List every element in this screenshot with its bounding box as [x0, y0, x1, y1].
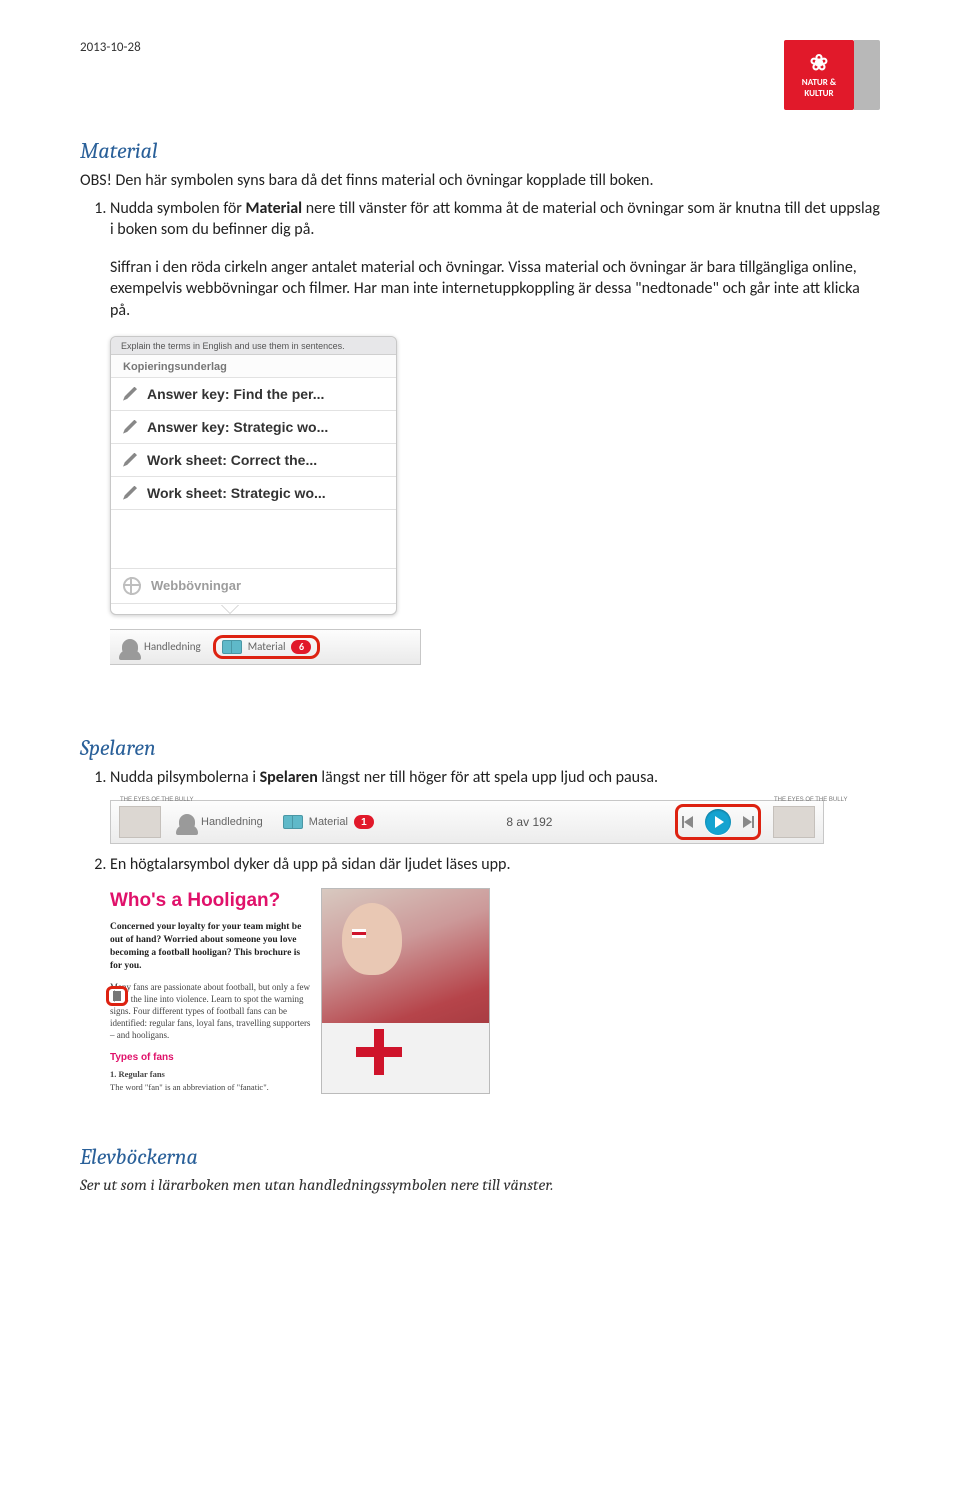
- highlight-ring: [106, 986, 128, 1006]
- material-count-badge: 1: [354, 815, 374, 829]
- play-button[interactable]: [705, 809, 731, 835]
- globe-icon: [123, 577, 141, 595]
- page-counter: 8 av 192: [384, 815, 675, 829]
- highlight-ring: Material 6: [213, 635, 321, 659]
- section-heading-spelaren: Spelaren: [80, 735, 880, 761]
- article-subhead: Types of fans: [110, 1051, 311, 1065]
- toolbar-material[interactable]: Material1: [273, 815, 384, 829]
- popup-item[interactable]: Answer key: Strategic wo...: [111, 411, 396, 444]
- popup-topbar: Explain the terms in English and use the…: [111, 337, 396, 355]
- popup-section-label: Kopieringsunderlag: [111, 355, 396, 378]
- popup-item[interactable]: Answer key: Find the per...: [111, 378, 396, 411]
- screenshot-article: Who's a Hooligan? Concerned your loyalty…: [110, 888, 490, 1094]
- speaker-icon: [113, 991, 121, 1001]
- popup-item[interactable]: Work sheet: Correct the...: [111, 444, 396, 477]
- person-icon: [122, 639, 138, 655]
- material-step-1: Nudda symbolen för Material nere till vä…: [110, 198, 880, 241]
- article-body: Many fans are passionate about football,…: [110, 982, 310, 1041]
- section-heading-material: Material: [80, 138, 880, 164]
- section-heading-elev: Elevböckerna: [80, 1144, 880, 1170]
- pencil-icon: [123, 486, 137, 500]
- book-icon: [283, 815, 303, 829]
- highlight-ring: [675, 804, 761, 840]
- material-para-2: Siffran i den röda cirkeln anger antalet…: [110, 257, 880, 322]
- tree-icon: ❀: [810, 52, 828, 74]
- page-date: 2013-10-28: [80, 40, 141, 55]
- article-line: The word "fan" is an abbreviation of "fa…: [110, 1082, 311, 1093]
- screenshot-material-popup: Explain the terms in English and use the…: [110, 336, 880, 665]
- elev-subline: Ser ut som i lärarboken men utan handled…: [80, 1176, 880, 1194]
- article-photo: [321, 888, 490, 1094]
- book-icon: [222, 640, 242, 654]
- brand-logo: ❀ NATUR & KULTUR: [784, 40, 880, 110]
- prev-track-button[interactable]: [682, 816, 693, 828]
- material-count-badge: 6: [291, 640, 311, 654]
- article-list-item: 1. Regular fans: [110, 1069, 311, 1080]
- popup-web-disabled: Webbövningar: [111, 568, 396, 604]
- spelaren-step-1: Nudda pilsymbolerna i Spelaren längst ne…: [110, 767, 880, 789]
- toolbar-handledning[interactable]: Handledning: [169, 814, 273, 830]
- person-icon: [179, 814, 195, 830]
- bottom-toolbar: Handledning Material 6: [110, 629, 421, 665]
- popup-item[interactable]: Work sheet: Strategic wo...: [111, 477, 396, 510]
- page-thumb-left[interactable]: THE EYES OF THE BULLY: [119, 806, 161, 838]
- pencil-icon: [123, 453, 137, 467]
- spelaren-step-2: En högtalarsymbol dyker då upp på sidan …: [110, 854, 880, 876]
- pencil-icon: [123, 420, 137, 434]
- article-title: Who's a Hooligan?: [110, 888, 311, 914]
- material-intro: OBS! Den här symbolen syns bara då det f…: [80, 170, 880, 192]
- screenshot-player-bar: THE EYES OF THE BULLY Handledning Materi…: [110, 800, 824, 844]
- toolbar-material[interactable]: Material 6: [222, 640, 312, 654]
- page-thumb-right[interactable]: THE EYES OF THE BULLY: [773, 806, 815, 838]
- pencil-icon: [123, 387, 137, 401]
- toolbar-handledning[interactable]: Handledning: [110, 639, 213, 655]
- next-track-button[interactable]: [743, 816, 754, 828]
- article-lead: Concerned your loyalty for your team mig…: [110, 921, 311, 972]
